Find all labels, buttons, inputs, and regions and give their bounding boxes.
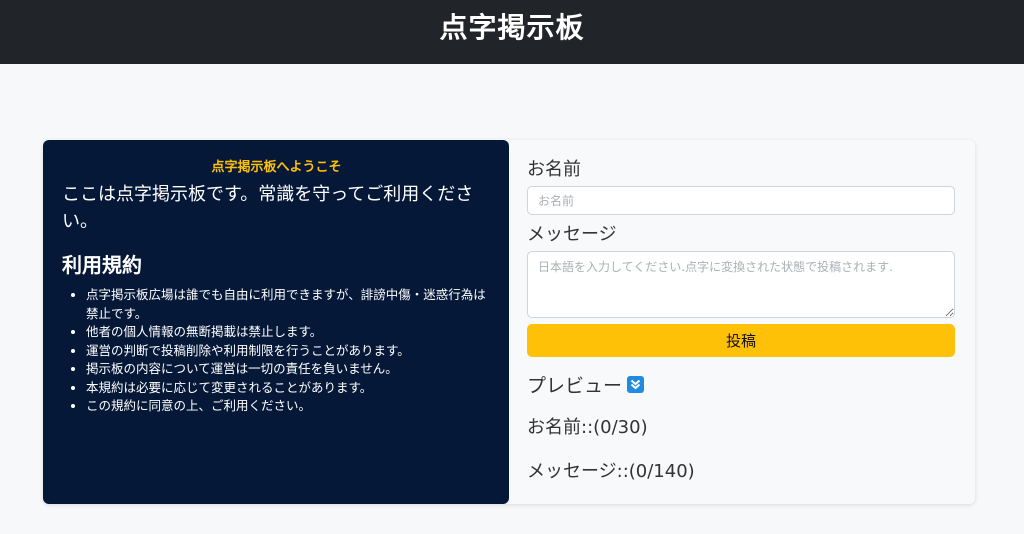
- message-label: メッセージ: [527, 224, 617, 245]
- name-counter: お名前::(0/30): [527, 417, 648, 438]
- terms-item: 点字掲示板広場は誰でも自由に利用できますが、誹謗中傷・迷惑行為は禁止です。: [86, 286, 491, 323]
- preview-label: プレビュー: [527, 375, 623, 397]
- terms-item: この規約に同意の上、ご利用ください。: [86, 397, 491, 416]
- message-textarea[interactable]: [527, 251, 955, 318]
- chevron-double-down-icon[interactable]: [627, 376, 645, 393]
- info-panel: 点字掲示板へようこそ ここは点字掲示板です。常識を守ってご利用ください。 利用規…: [43, 140, 509, 504]
- post-button[interactable]: 投稿: [527, 324, 955, 357]
- preview-header: プレビュー: [527, 371, 956, 398]
- message-counter: メッセージ::(0/140): [527, 461, 695, 482]
- main-card: 点字掲示板へようこそ ここは点字掲示板です。常識を守ってご利用ください。 利用規…: [43, 140, 975, 504]
- chevron-double-down-glyph: [630, 379, 641, 390]
- name-label: お名前: [527, 159, 581, 180]
- post-form-panel: お名前 メッセージ 投稿 プレビュー お名前::(0/30) メッセージ::(0…: [509, 140, 975, 504]
- terms-list: 点字掲示板広場は誰でも自由に利用できますが、誹謗中傷・迷惑行為は禁止です。 他者…: [62, 286, 491, 416]
- terms-item: 他者の個人情報の無断掲載は禁止します。: [86, 323, 491, 342]
- terms-title: 利用規約: [62, 253, 142, 277]
- terms-item: 本規約は必要に応じて変更されることがあります。: [86, 379, 491, 398]
- welcome-heading: 点字掲示板へようこそ: [211, 160, 342, 175]
- intro-text: ここは点字掲示板です。常識を守ってご利用ください。: [62, 184, 474, 232]
- site-header: 点字掲示板: [0, 0, 1024, 64]
- terms-item: 運営の判断で投稿削除や利用制限を行うことがあります。: [86, 342, 491, 361]
- terms-item: 掲示板の内容について運営は一切の責任を負いません。: [86, 360, 491, 379]
- name-input[interactable]: [527, 186, 955, 215]
- site-title: 点字掲示板: [439, 11, 585, 44]
